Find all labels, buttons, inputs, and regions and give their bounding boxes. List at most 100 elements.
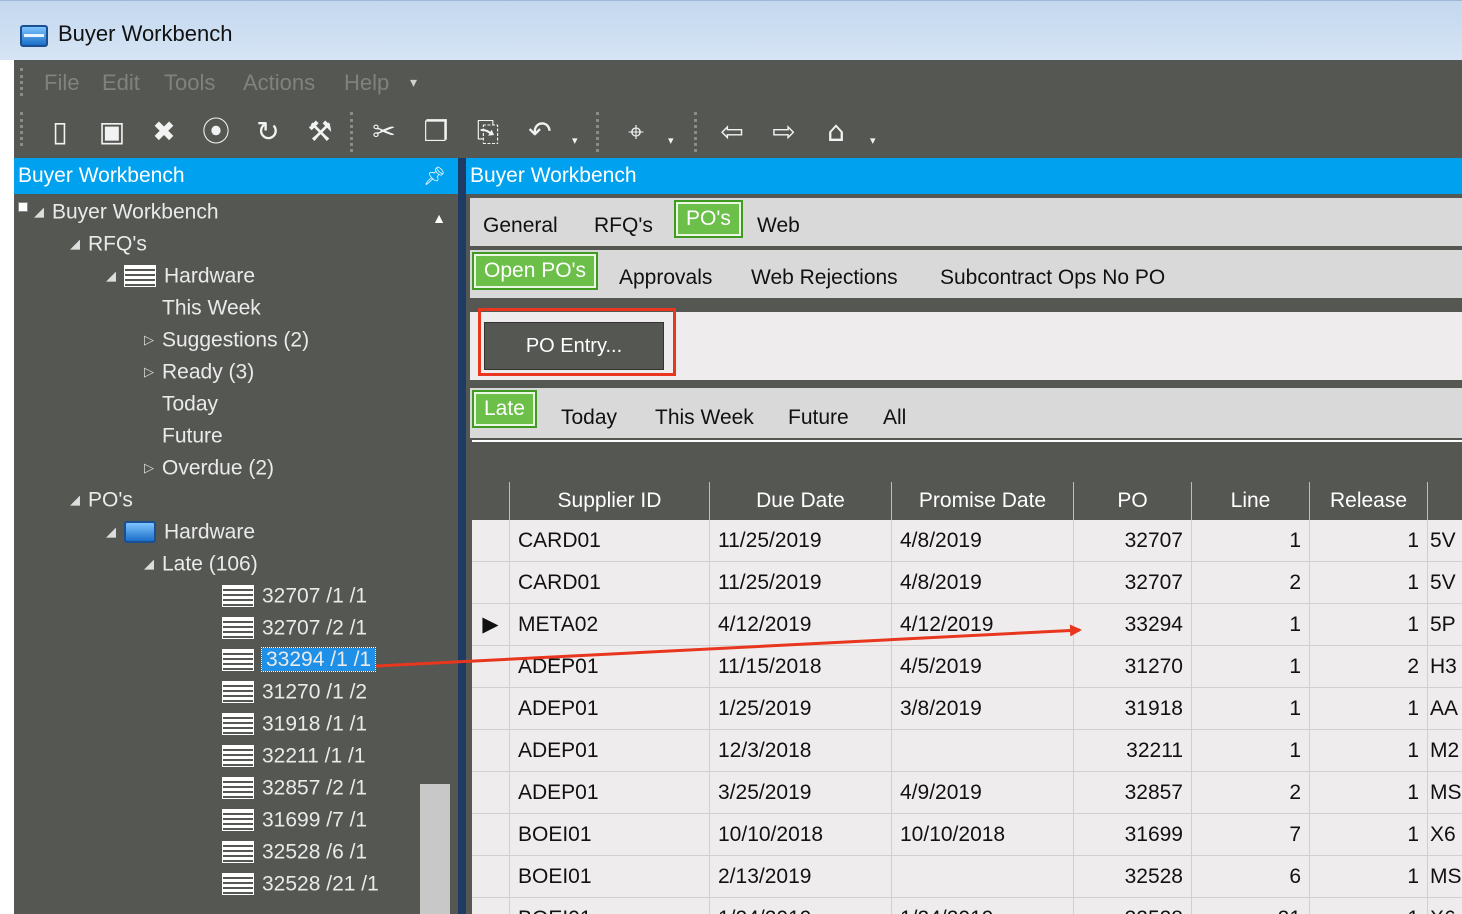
cell-supplier-id[interactable]: ADEP01	[510, 730, 710, 772]
menu-grip-icon[interactable]	[20, 68, 23, 96]
tree-item-selected[interactable]: 33294 /1 /1	[204, 647, 377, 678]
cell-part[interactable]: X6	[1428, 898, 1462, 914]
row-selector[interactable]	[472, 646, 510, 688]
expand-arrow-icon[interactable]: ▷	[144, 364, 162, 380]
cell-release[interactable]: 2	[1310, 646, 1428, 688]
tree-item[interactable]: 31699 /7 /1	[204, 808, 367, 838]
tab-web[interactable]: Web	[757, 214, 800, 238]
col-header-release[interactable]: Release	[1310, 482, 1428, 520]
cell-part[interactable]: H3	[1428, 646, 1462, 688]
cell-po[interactable]: 32528	[1074, 856, 1192, 898]
cell-due-date[interactable]: 12/3/2018	[710, 730, 892, 772]
table-row[interactable]: ADEP01 3/25/2019 4/9/2019 32857 2 1 MS	[472, 772, 1462, 814]
row-selector[interactable]	[472, 688, 510, 730]
cell-release[interactable]: 1	[1310, 688, 1428, 730]
cell-line[interactable]: 1	[1192, 646, 1310, 688]
cell-po[interactable]: 33294	[1074, 604, 1192, 646]
cell-po[interactable]: 32528	[1074, 898, 1192, 914]
cell-part[interactable]: M2	[1428, 730, 1462, 772]
tree-item[interactable]: 32528 /21 /1	[204, 872, 379, 902]
panel-splitter[interactable]	[458, 158, 466, 914]
tab-future[interactable]: Future	[788, 406, 849, 430]
cell-release[interactable]: 1	[1310, 772, 1428, 814]
new-icon[interactable]: ▯	[40, 112, 80, 152]
table-row[interactable]: BOEI01 2/13/2019 32528 6 1 MS	[472, 856, 1462, 898]
cell-due-date[interactable]: 11/15/2018	[710, 646, 892, 688]
home-icon[interactable]: ⌂	[816, 112, 856, 152]
cell-supplier-id[interactable]: BOEI01	[510, 856, 710, 898]
row-selector[interactable]	[472, 772, 510, 814]
copy-icon[interactable]: ❐	[416, 112, 456, 152]
cell-line[interactable]: 6	[1192, 856, 1310, 898]
tab-open-pos[interactable]: Open PO's	[472, 252, 599, 290]
tab-late[interactable]: Late	[472, 390, 537, 428]
tree-item[interactable]: ◢ Late (106)	[144, 552, 258, 582]
cell-supplier-id[interactable]: ADEP01	[510, 646, 710, 688]
back-icon[interactable]: ⇦	[712, 112, 752, 152]
cell-part[interactable]: 5P	[1428, 604, 1462, 646]
menu-overflow-icon[interactable]: ▾	[410, 74, 417, 91]
row-selector[interactable]	[472, 898, 510, 914]
table-row[interactable]: ADEP01 11/15/2018 4/5/2019 31270 1 2 H3	[472, 646, 1462, 688]
tree-item[interactable]: 31918 /1 /1	[204, 712, 367, 742]
row-selector[interactable]	[472, 520, 510, 562]
tree-item[interactable]: 32707 /2 /1	[204, 616, 367, 646]
collapse-arrow-icon[interactable]: ◢	[144, 556, 162, 572]
scroll-up-icon[interactable]: ▲	[432, 210, 446, 226]
tab-subcontract-ops[interactable]: Subcontract Ops No PO	[940, 266, 1165, 290]
row-selector[interactable]	[472, 562, 510, 604]
cell-release[interactable]: 1	[1310, 562, 1428, 604]
cell-part[interactable]: 5V	[1428, 520, 1462, 562]
cell-line[interactable]: 21	[1192, 898, 1310, 914]
cell-supplier-id[interactable]: CARD01	[510, 562, 710, 604]
tree-item[interactable]: 32707 /1 /1	[204, 584, 367, 614]
tree-item[interactable]: ◢ PO's	[70, 488, 133, 518]
expand-arrow-icon[interactable]: ▷	[144, 332, 162, 348]
undo-icon[interactable]: ↶	[520, 112, 560, 152]
col-header-part[interactable]	[1428, 482, 1462, 520]
cell-part[interactable]: AA	[1428, 688, 1462, 730]
table-row[interactable]: CARD01 11/25/2019 4/8/2019 32707 2 1 5V	[472, 562, 1462, 604]
cell-release[interactable]: 1	[1310, 856, 1428, 898]
cell-promise-date[interactable]: 4/12/2019	[892, 604, 1074, 646]
cell-line[interactable]: 1	[1192, 730, 1310, 772]
tree-item[interactable]: This Week	[144, 296, 261, 326]
current-row-indicator-icon[interactable]: ▶	[472, 604, 510, 646]
tab-pos[interactable]: PO's	[674, 200, 743, 238]
cell-promise-date[interactable]: 3/8/2019	[892, 688, 1074, 730]
col-header-po[interactable]: PO	[1074, 482, 1192, 520]
forward-icon[interactable]: ⇨	[764, 112, 804, 152]
table-row[interactable]: CARD01 11/25/2019 4/8/2019 32707 1 1 5V	[472, 520, 1462, 562]
cell-release[interactable]: 1	[1310, 520, 1428, 562]
tab-approvals[interactable]: Approvals	[619, 266, 712, 290]
attach-icon[interactable]: ⦿	[196, 112, 236, 152]
row-selector[interactable]	[472, 856, 510, 898]
tree-item[interactable]: Future	[144, 424, 223, 454]
table-row[interactable]: BOEI01 10/10/2018 10/10/2018 31699 7 1 X6	[472, 814, 1462, 856]
tree-item[interactable]: ▷ Overdue (2)	[144, 456, 274, 486]
delete-icon[interactable]: ✖	[144, 112, 184, 152]
table-row[interactable]: ▶ META02 4/12/2019 4/12/2019 33294 1 1 5P	[472, 604, 1462, 646]
collapse-arrow-icon[interactable]: ◢	[106, 524, 124, 540]
cell-po[interactable]: 32707	[1074, 562, 1192, 604]
cell-release[interactable]: 1	[1310, 730, 1428, 772]
undo-dropdown-icon[interactable]: ▾	[572, 134, 578, 147]
tree-scrollbar[interactable]	[420, 784, 450, 914]
tree-item[interactable]: 31270 /1 /2	[204, 680, 367, 710]
col-header-promise-date[interactable]: Promise Date	[892, 482, 1074, 520]
menu-tools[interactable]: Tools	[164, 70, 215, 96]
cell-line[interactable]: 1	[1192, 688, 1310, 730]
cell-supplier-id[interactable]: META02	[510, 604, 710, 646]
tab-rfqs[interactable]: RFQ's	[594, 214, 653, 238]
table-row[interactable]: BOEI011/24/20191/24/201932528211X6	[472, 898, 1462, 914]
tree-item[interactable]: ◢ Hardware	[106, 264, 255, 294]
collapse-arrow-icon[interactable]: ◢	[106, 268, 124, 284]
cell-due-date[interactable]: 2/13/2019	[710, 856, 892, 898]
cell-release[interactable]: 1	[1310, 604, 1428, 646]
tab-all[interactable]: All	[883, 406, 906, 430]
clear-icon[interactable]: ⚒	[300, 112, 340, 152]
cell-promise-date[interactable]: 4/5/2019	[892, 646, 1074, 688]
menu-actions[interactable]: Actions	[243, 70, 315, 96]
tree-item[interactable]: 32857 /2 /1	[204, 776, 367, 806]
cell-promise-date[interactable]: 10/10/2018	[892, 814, 1074, 856]
